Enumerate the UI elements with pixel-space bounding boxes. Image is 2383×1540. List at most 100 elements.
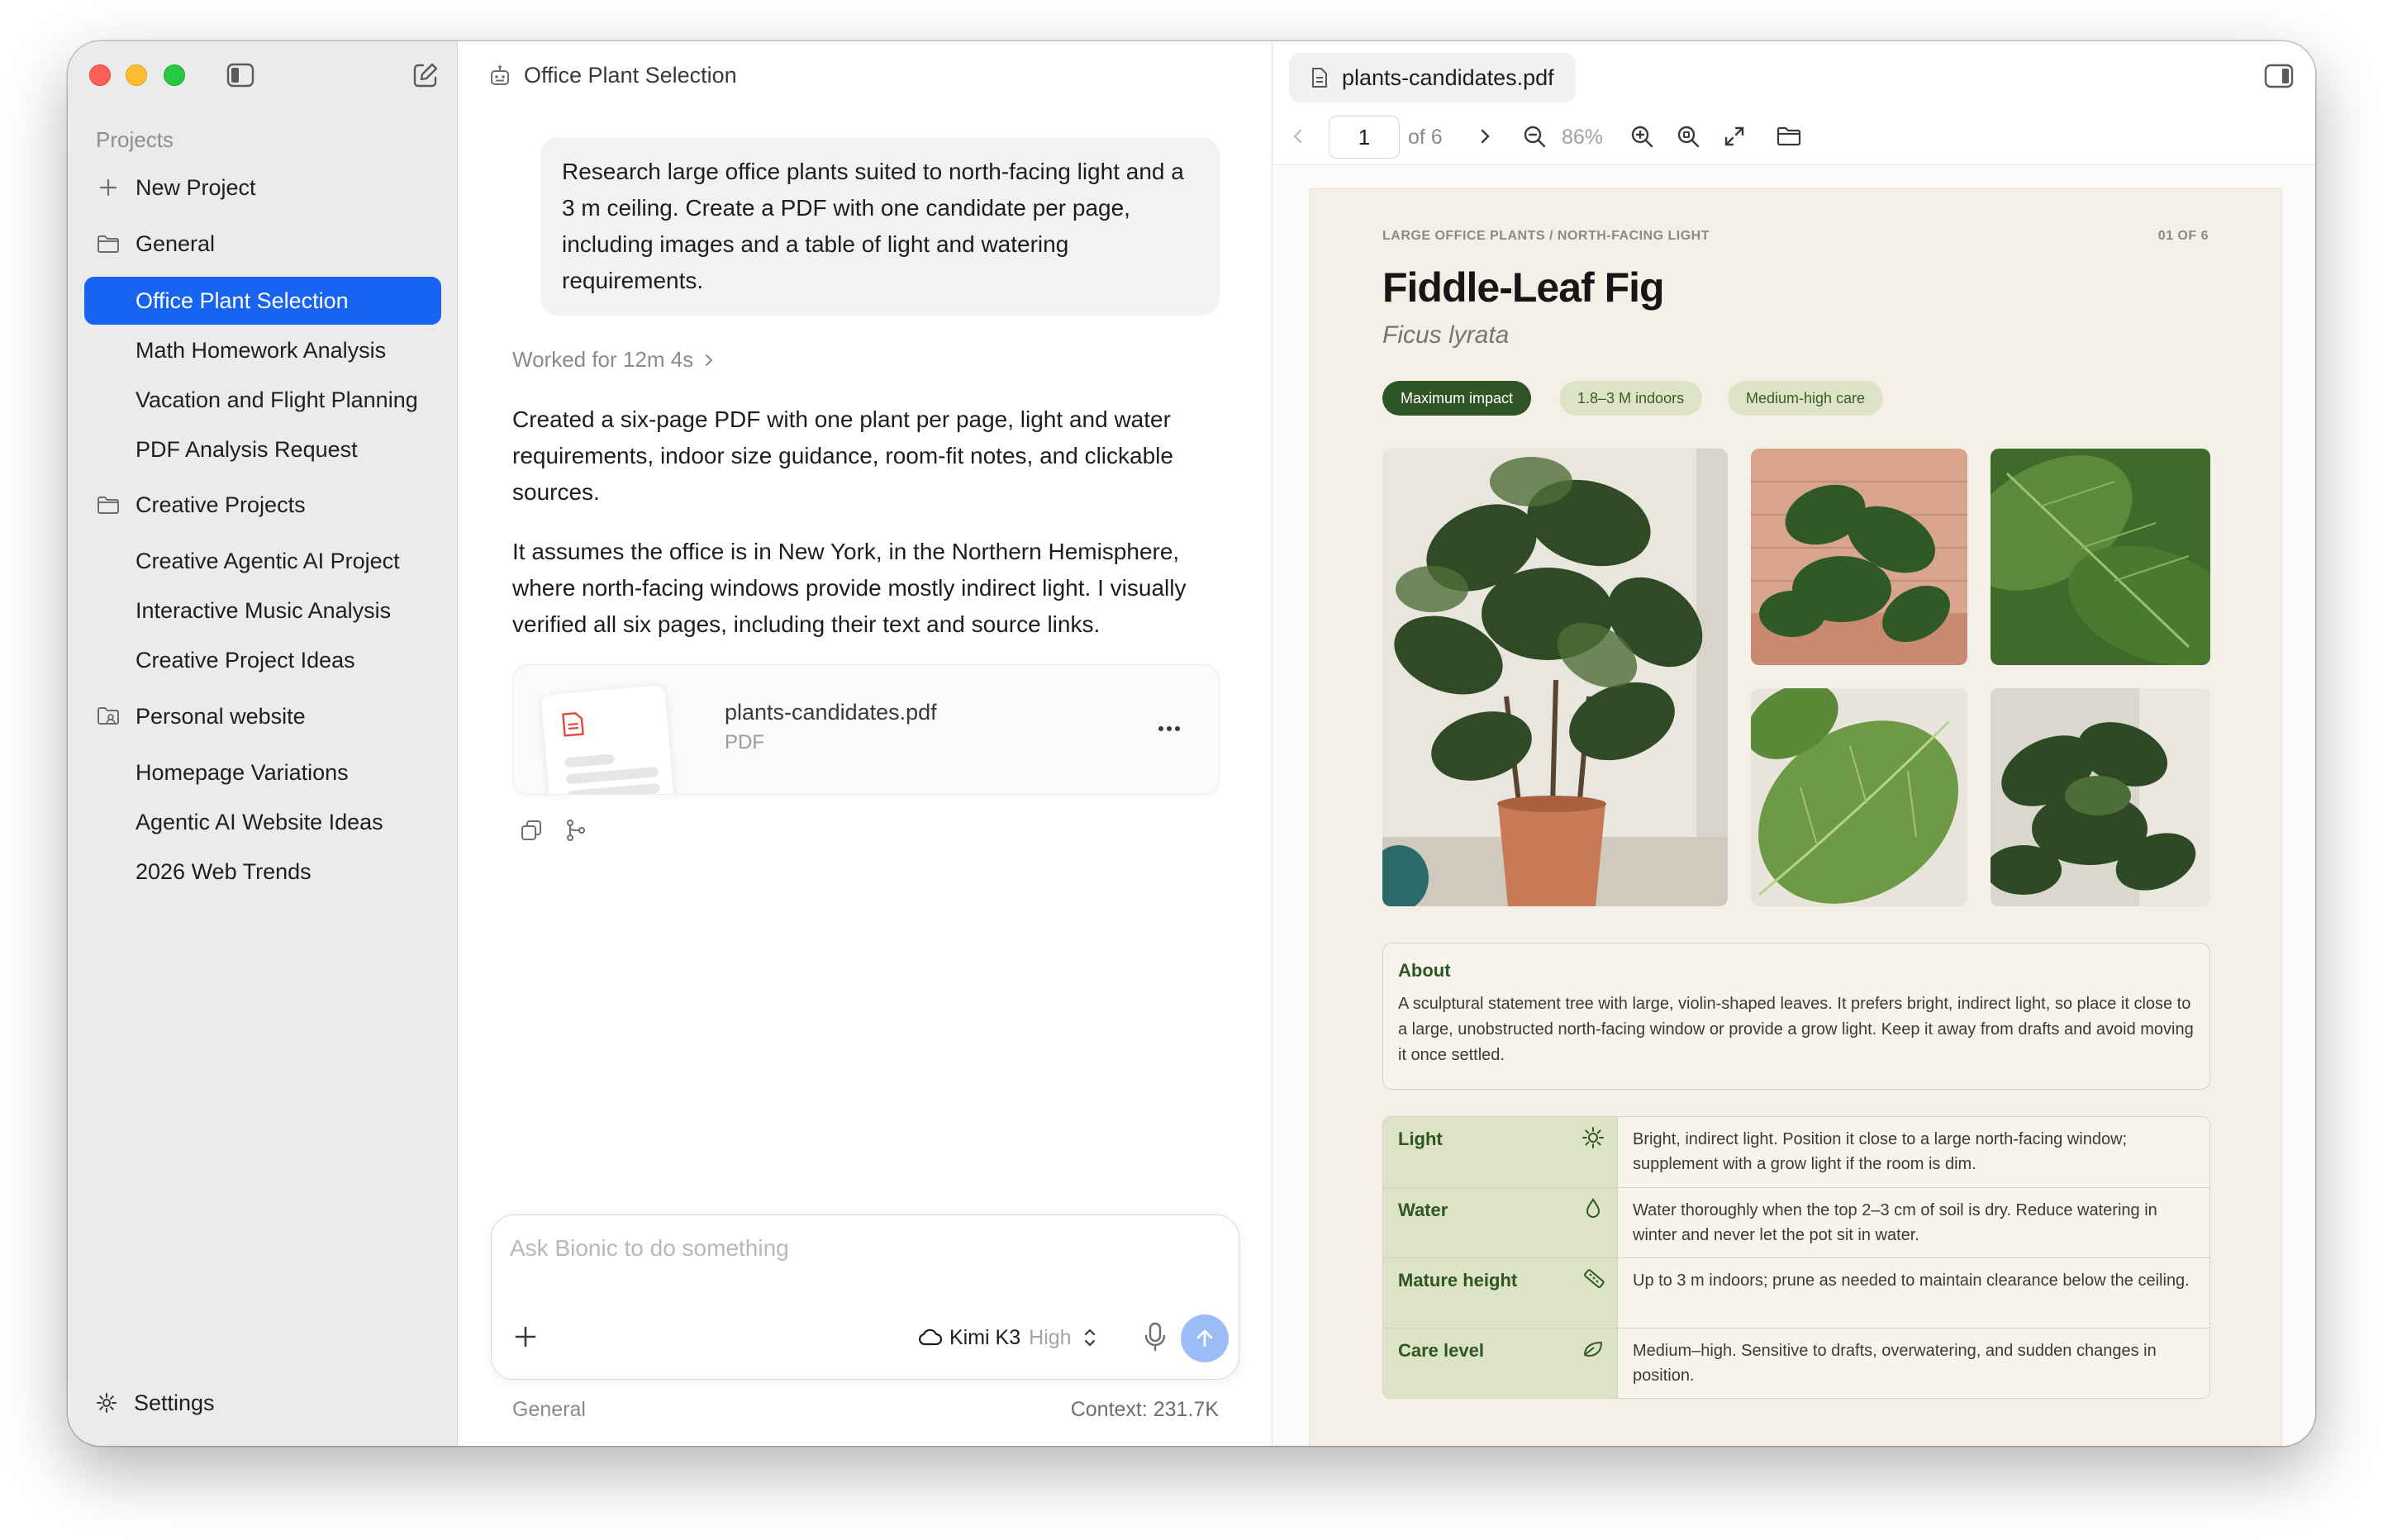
chat-pane: Office Plant Selection Research large of… bbox=[458, 41, 1272, 1446]
new-chat-icon[interactable] bbox=[411, 61, 440, 89]
add-attachment-icon[interactable] bbox=[511, 1323, 540, 1351]
cloud-icon bbox=[919, 1328, 943, 1346]
page-number-input[interactable]: 1 bbox=[1329, 116, 1400, 159]
close-window-button[interactable] bbox=[89, 64, 111, 86]
worked-for-label: Worked for 12m 4s bbox=[512, 347, 694, 372]
message-composer: Kimi K3 High bbox=[491, 1214, 1239, 1380]
chat-item-homepage-variations[interactable]: Homepage Variations bbox=[84, 749, 441, 796]
pdf-file-icon bbox=[562, 712, 584, 737]
leaf-icon bbox=[1584, 1342, 1602, 1357]
settings-button[interactable]: Settings bbox=[84, 1380, 441, 1426]
chat-item-label: Creative Agentic AI Project bbox=[136, 548, 400, 573]
care-row-light: Light Bright, indirect light. Position i… bbox=[1383, 1117, 2209, 1187]
reasoning-effort: High bbox=[1029, 1325, 1072, 1349]
chat-item-label: Math Homework Analysis bbox=[136, 337, 387, 363]
project-creative-projects[interactable]: Creative Projects bbox=[84, 481, 441, 529]
project-name: General bbox=[136, 231, 216, 256]
model-selector[interactable]: Kimi K3 High bbox=[918, 1321, 1103, 1354]
fit-page-icon[interactable] bbox=[1674, 122, 1702, 150]
model-name: Kimi K3 bbox=[949, 1325, 1021, 1349]
care-key: Light bbox=[1383, 1117, 1618, 1187]
care-row-water: Water Water thoroughly when the top 2–3 … bbox=[1383, 1187, 2209, 1257]
pdf-attachment-card[interactable]: plants-candidates.pdf PDF bbox=[512, 664, 1220, 795]
page-count: of 6 bbox=[1408, 126, 1443, 149]
care-row-care-level: Care level Medium–high. Sensitive to dra… bbox=[1383, 1328, 2209, 1398]
branch-icon[interactable] bbox=[564, 818, 588, 843]
care-row-height: Mature height Up to 3 m indoors; prune a… bbox=[1383, 1257, 2209, 1328]
shared-folder-icon bbox=[96, 704, 121, 729]
care-text: Water thoroughly when the top 2–3 cm of … bbox=[1618, 1188, 2209, 1257]
more-options-icon[interactable] bbox=[1153, 716, 1186, 741]
arrow-up-icon bbox=[1196, 1329, 1213, 1348]
new-project-button[interactable]: New Project bbox=[84, 164, 441, 212]
gear-icon bbox=[94, 1390, 119, 1415]
chat-header: Office Plant Selection bbox=[488, 63, 737, 88]
next-page-icon[interactable] bbox=[1471, 122, 1499, 150]
plant-photo-main bbox=[1382, 449, 1728, 906]
attachment-type: PDF bbox=[725, 731, 764, 753]
chat-item-interactive-music[interactable]: Interactive Music Analysis bbox=[84, 587, 441, 635]
minimize-window-button[interactable] bbox=[126, 64, 147, 86]
send-button[interactable] bbox=[1181, 1314, 1229, 1362]
project-general[interactable]: General bbox=[84, 220, 441, 268]
about-heading: About bbox=[1398, 960, 1451, 981]
zoom-window-button[interactable] bbox=[164, 64, 185, 86]
new-project-label: New Project bbox=[136, 174, 256, 200]
plus-icon bbox=[96, 175, 121, 200]
pdf-tab[interactable]: plants-candidates.pdf bbox=[1289, 53, 1576, 102]
chat-item-vacation-planning[interactable]: Vacation and Flight Planning bbox=[84, 376, 441, 424]
footer-project: General bbox=[512, 1398, 586, 1421]
assistant-message-paragraph: It assumes the office is in New York, in… bbox=[512, 539, 1187, 637]
care-label: Care level bbox=[1398, 1340, 1484, 1361]
care-label: Water bbox=[1398, 1200, 1448, 1220]
copy-icon[interactable] bbox=[519, 818, 544, 843]
water-drop-icon bbox=[1586, 1198, 1601, 1218]
care-key: Care level bbox=[1383, 1328, 1618, 1398]
plant-photo-leaves bbox=[1751, 449, 1967, 665]
care-label: Light bbox=[1398, 1129, 1443, 1149]
plant-title: Fiddle-Leaf Fig bbox=[1382, 264, 1665, 311]
settings-label: Settings bbox=[134, 1390, 215, 1415]
pdf-viewer-pane: plants-candidates.pdf 1 of 6 86% LARGE O… bbox=[1272, 41, 2315, 1446]
pdf-toolbar: 1 of 6 86% bbox=[1272, 109, 2315, 165]
about-text: A sculptural statement tree with large, … bbox=[1398, 995, 2194, 1064]
message-input[interactable] bbox=[510, 1235, 1220, 1262]
care-label: Mature height bbox=[1398, 1270, 1518, 1290]
plant-photo-closeup bbox=[1991, 449, 2210, 665]
chat-item-creative-ideas[interactable]: Creative Project Ideas bbox=[84, 636, 441, 684]
project-name: Personal website bbox=[136, 703, 306, 729]
zoom-out-icon[interactable] bbox=[1520, 122, 1548, 150]
care-requirements-table: Light Bright, indirect light. Position i… bbox=[1382, 1116, 2210, 1399]
chat-item-label: 2026 Web Trends bbox=[136, 858, 312, 884]
care-text: Up to 3 m indoors; prune as needed to ma… bbox=[1618, 1258, 2209, 1328]
chevron-updown-icon bbox=[1084, 1328, 1095, 1347]
project-personal-website[interactable]: Personal website bbox=[84, 692, 441, 740]
chat-item-label: Vacation and Flight Planning bbox=[136, 387, 418, 412]
worked-for-toggle[interactable]: Worked for 12m 4s bbox=[512, 347, 715, 373]
previous-page-icon[interactable] bbox=[1284, 122, 1312, 150]
chat-item-math-homework[interactable]: Math Homework Analysis bbox=[84, 326, 441, 374]
open-folder-icon[interactable] bbox=[1775, 122, 1803, 150]
microphone-icon[interactable] bbox=[1141, 1321, 1169, 1352]
pdf-page: LARGE OFFICE PLANTS / NORTH-FACING LIGHT… bbox=[1309, 188, 2282, 1446]
expand-icon[interactable] bbox=[1720, 122, 1748, 150]
plant-photo-leaf-detail bbox=[1751, 688, 1967, 906]
chat-item-creative-agentic[interactable]: Creative Agentic AI Project bbox=[84, 537, 441, 585]
assistant-message-paragraph: Created a six-page PDF with one plant pe… bbox=[512, 406, 1173, 505]
tag-care: Medium-high care bbox=[1728, 381, 1884, 416]
chat-item-label: Creative Project Ideas bbox=[136, 647, 355, 673]
chat-item-label: Interactive Music Analysis bbox=[136, 597, 392, 623]
right-sidebar-toggle-icon[interactable] bbox=[2264, 63, 2294, 89]
attachment-filename: plants-candidates.pdf bbox=[725, 700, 937, 725]
user-message: Research large office plants suited to n… bbox=[540, 137, 1220, 316]
zoom-in-icon[interactable] bbox=[1628, 122, 1656, 150]
zoom-level: 86% bbox=[1562, 126, 1604, 149]
chat-item-web-trends[interactable]: 2026 Web Trends bbox=[84, 848, 441, 896]
sidebar-toggle-icon[interactable] bbox=[226, 63, 254, 88]
chat-item-agentic-website[interactable]: Agentic AI Website Ideas bbox=[84, 798, 441, 846]
chat-item-pdf-analysis[interactable]: PDF Analysis Request bbox=[84, 425, 441, 473]
chat-item-office-plant-selection[interactable]: Office Plant Selection bbox=[84, 277, 441, 325]
chat-item-label: Agentic AI Website Ideas bbox=[136, 809, 383, 834]
folder-icon bbox=[96, 492, 121, 517]
pdf-document-area[interactable]: LARGE OFFICE PLANTS / NORTH-FACING LIGHT… bbox=[1272, 165, 2315, 1446]
